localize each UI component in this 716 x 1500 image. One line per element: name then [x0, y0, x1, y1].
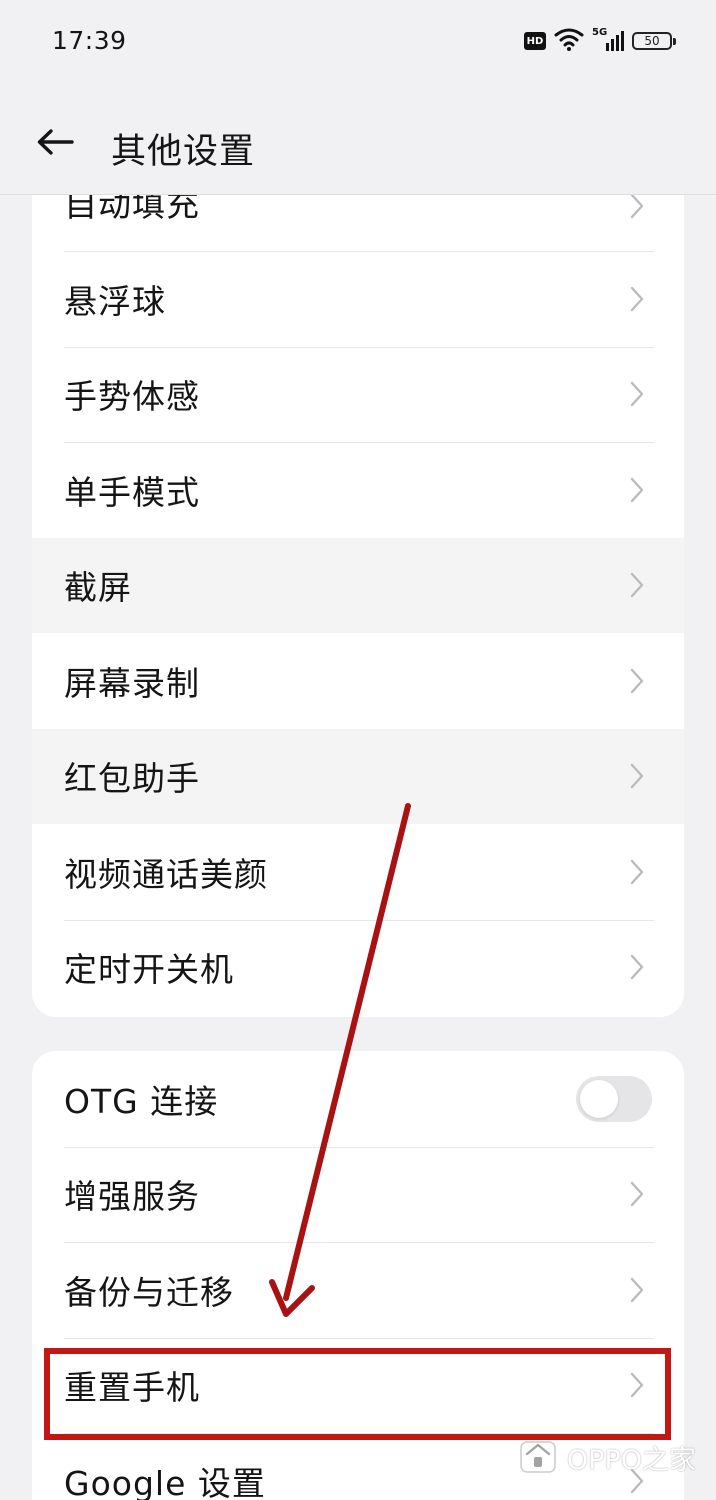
settings-row-gestures[interactable]: 手势体感: [32, 346, 684, 443]
settings-card-general: 自动填充 悬浮球 手势体感 单手模式 截屏 屏幕录制 红包助手 视频通话美颜 定…: [32, 195, 684, 1017]
settings-row-label: 增强服务: [64, 1177, 200, 1217]
status-bar: 17:39 HD 5G 50: [0, 0, 716, 86]
settings-row-label: 单手模式: [64, 472, 200, 512]
chevron-right-icon: [630, 764, 644, 789]
chevron-right-icon: [630, 859, 644, 884]
back-button[interactable]: [32, 124, 78, 164]
back-arrow-icon: [36, 128, 74, 160]
chevron-right-icon: [630, 1277, 644, 1302]
wifi-icon: [554, 27, 584, 55]
settings-row-otg[interactable]: OTG 连接: [32, 1051, 684, 1147]
settings-row-screen-recording[interactable]: 屏幕录制: [32, 633, 684, 729]
row-divider: [64, 1146, 654, 1148]
otg-toggle[interactable]: [576, 1075, 652, 1122]
chevron-right-icon: [630, 286, 644, 311]
settings-row-label: 手势体感: [64, 377, 200, 417]
settings-row-one-hand-mode[interactable]: 单手模式: [32, 442, 684, 538]
page-title: 其他设置: [111, 132, 256, 172]
row-divider: [64, 346, 654, 348]
chevron-right-icon: [630, 195, 644, 219]
chevron-right-icon: [630, 382, 644, 407]
chevron-right-icon: [630, 573, 644, 598]
battery-icon: 50: [632, 32, 676, 50]
watermark-text: OPPO之家: [566, 1444, 696, 1476]
home-logo-icon: [517, 1434, 559, 1480]
settings-row-floating-ball[interactable]: 悬浮球: [32, 251, 684, 347]
chevron-right-icon: [630, 955, 644, 980]
settings-row-enhanced-services[interactable]: 增强服务: [32, 1146, 684, 1243]
settings-row-backup-migration[interactable]: 备份与迁移: [32, 1242, 684, 1338]
settings-row-label: 红包助手: [64, 759, 200, 799]
settings-row-label: Google 设置: [64, 1463, 266, 1500]
settings-screen: 17:39 HD 5G 50 其他设置 自动填充 悬浮球 手势体感 单手模式 截…: [0, 0, 716, 1500]
settings-row-label: 截屏: [64, 568, 132, 608]
settings-list[interactable]: 自动填充 悬浮球 手势体感 单手模式 截屏 屏幕录制 红包助手 视频通话美颜 定…: [0, 195, 716, 1500]
row-divider: [64, 1242, 654, 1243]
chevron-right-icon: [630, 477, 644, 502]
status-icons: HD 5G 50: [524, 26, 676, 56]
status-time: 17:39: [52, 26, 127, 55]
settings-row-video-call-beauty[interactable]: 视频通话美颜: [32, 824, 684, 920]
settings-row-label: 悬浮球: [64, 281, 166, 321]
settings-row-label: OTG 连接: [64, 1081, 219, 1121]
settings-row-red-packet-assistant[interactable]: 红包助手: [32, 728, 684, 824]
settings-row-label: 备份与迁移: [64, 1272, 234, 1312]
page-header: 其他设置: [0, 86, 716, 195]
settings-row-label: 视频通话美颜: [64, 854, 268, 894]
cellular-signal-icon: 5G: [592, 27, 624, 53]
row-divider: [64, 919, 654, 921]
row-divider: [64, 442, 654, 443]
row-divider: [64, 1337, 654, 1339]
settings-row-scheduled-power[interactable]: 定时开关机: [32, 919, 684, 1016]
watermark: OPPO之家: [517, 1434, 696, 1480]
settings-row-label: 定时开关机: [64, 950, 234, 990]
annotation-highlight-box: [44, 1348, 671, 1440]
settings-row-label: 自动填充: [64, 195, 200, 224]
settings-row-label: 屏幕录制: [64, 663, 200, 703]
toggle-knob: [580, 1079, 618, 1118]
row-divider: [64, 251, 654, 252]
settings-row-autofill[interactable]: 自动填充: [32, 195, 684, 224]
chevron-right-icon: [630, 668, 644, 693]
settings-row-screenshot[interactable]: 截屏: [32, 537, 684, 633]
chevron-right-icon: [630, 1182, 644, 1207]
hd-badge: HD: [524, 32, 546, 50]
